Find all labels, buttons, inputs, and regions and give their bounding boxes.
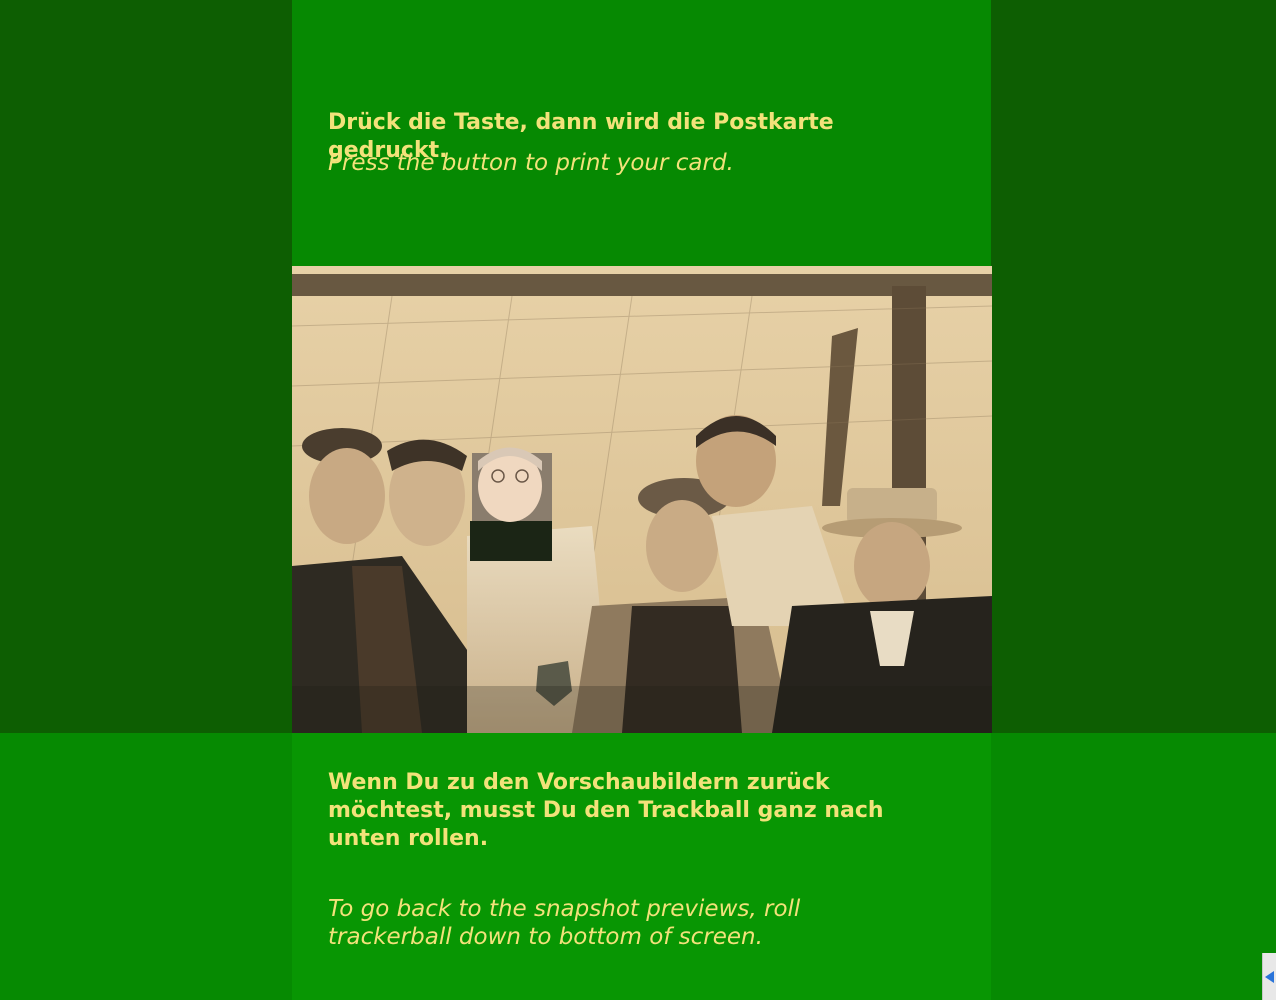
back-instruction-english: To go back to the snapshot previews, rol… <box>328 896 801 950</box>
back-instruction-german: Wenn Du zu den Vorschaubildern zurück mö… <box>328 770 884 851</box>
print-instruction-english: Press the button to print your card. <box>328 150 734 176</box>
scroll-left-arrow-icon[interactable] <box>1265 971 1274 983</box>
postcard-photo <box>292 266 992 733</box>
scrollbar-corner[interactable] <box>1262 953 1276 1000</box>
